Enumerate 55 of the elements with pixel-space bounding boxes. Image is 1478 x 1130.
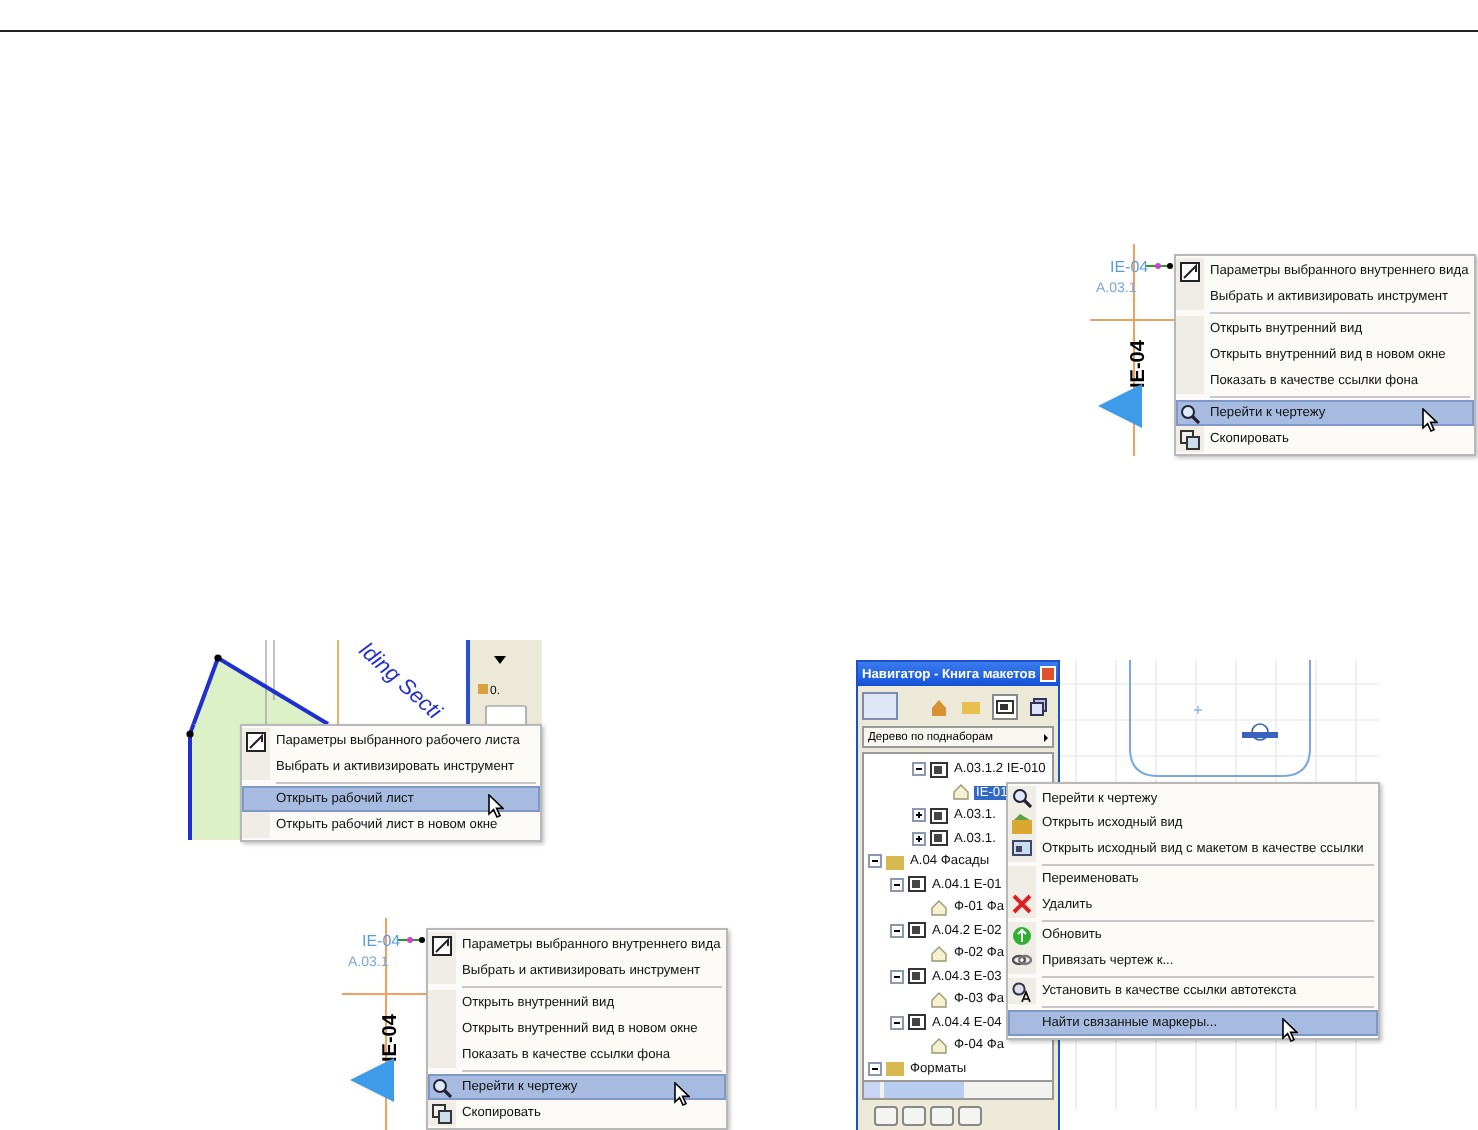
- image-icon: [1012, 838, 1032, 859]
- copy-icon: [432, 1103, 452, 1123]
- view-icon: [930, 1037, 948, 1054]
- folder-icon: [1012, 813, 1032, 834]
- frame-icon: [432, 935, 452, 955]
- cursor-icon: [1422, 408, 1439, 432]
- frame-icon: [1180, 261, 1200, 281]
- panel-button[interactable]: [930, 1106, 954, 1126]
- input-field[interactable]: [485, 705, 527, 727]
- panel-button[interactable]: [874, 1106, 898, 1126]
- connector-line: [397, 937, 425, 943]
- view-icon: [930, 945, 948, 962]
- delete-icon: [1012, 894, 1032, 915]
- expander-icon[interactable]: [890, 877, 904, 892]
- expander-icon[interactable]: [890, 969, 904, 984]
- marker-title: IE-04: [1128, 340, 1150, 388]
- view-icon: [952, 784, 970, 801]
- expander-icon[interactable]: [912, 808, 926, 823]
- sheet-icon[interactable]: [992, 693, 1018, 719]
- expander-icon[interactable]: [868, 1061, 882, 1076]
- sheet-icon: [908, 1014, 926, 1031]
- expander-icon[interactable]: [890, 923, 904, 938]
- expander-icon[interactable]: [912, 831, 926, 846]
- chain-icon: [1012, 950, 1032, 971]
- panel-button[interactable]: [958, 1106, 982, 1126]
- frame-icon: [246, 731, 266, 751]
- marker-title: IE-04: [380, 1014, 402, 1062]
- expander-icon[interactable]: [890, 1015, 904, 1030]
- folder-icon: [886, 1060, 904, 1077]
- caret-icon[interactable]: [494, 656, 506, 664]
- connector-line: [1145, 263, 1173, 269]
- wall-edge-drawing: [186, 723, 240, 840]
- magnifier-icon: [1180, 403, 1200, 423]
- sheet-icon: [908, 922, 926, 939]
- sheet-icon: [908, 876, 926, 893]
- view-icon: [930, 899, 948, 916]
- magnifier-icon: [432, 1077, 452, 1097]
- sheet-icon: [908, 968, 926, 985]
- magnifier-letter-icon: [1012, 981, 1032, 1002]
- cursor-icon: [674, 1082, 691, 1106]
- folder-icon: [886, 853, 904, 870]
- view-icon: [930, 991, 948, 1008]
- panel-button[interactable]: [902, 1106, 926, 1126]
- expander-icon[interactable]: [868, 854, 882, 869]
- marker-triangle-icon: [350, 1058, 394, 1102]
- horizontal-scrollbar[interactable]: [862, 1082, 1054, 1100]
- pages-icon[interactable]: [1028, 695, 1050, 717]
- refresh-icon: [1012, 925, 1032, 946]
- close-icon[interactable]: [1040, 666, 1056, 682]
- marker-triangle-icon: [1098, 384, 1142, 428]
- sheet-icon: [930, 761, 948, 778]
- copy-icon: [1180, 429, 1200, 449]
- cursor-icon: [488, 794, 504, 818]
- expander-icon[interactable]: [912, 762, 926, 777]
- magnifier-icon: [1012, 788, 1032, 809]
